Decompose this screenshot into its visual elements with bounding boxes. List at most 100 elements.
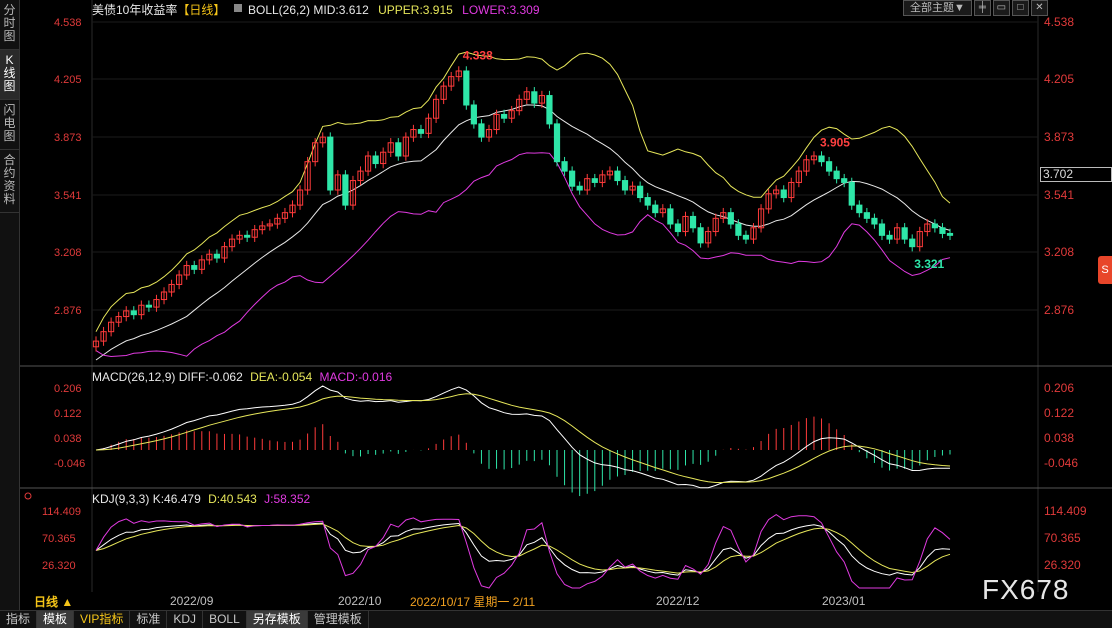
candle-body [841,178,848,183]
left-tab-label: K线图 [3,53,16,93]
candle-body [244,234,251,238]
bottom-tab-3[interactable]: 标准 [130,611,168,628]
candle-body [697,227,704,244]
candle-body [689,215,697,229]
left-tab-strip: 分时图 K线图闪电图合约资料 [0,0,20,610]
macd-tick-right: 0.038 [1044,431,1074,445]
candle-body [576,185,583,191]
candle-body [417,129,425,134]
candle-body [591,178,598,183]
price-tick-right: 3.208 [1044,245,1074,259]
candle-body [856,204,863,214]
minimize-icon[interactable]: ▭ [992,0,1010,16]
candle-body [145,304,153,308]
candle-body [191,265,198,270]
date-label: 2023/01 [822,594,866,608]
candle-body [939,227,946,234]
boll-legend: BOLL(26,2) MID:3.612 UPPER:3.915 LOWER:3… [248,3,540,17]
candle-body [674,223,682,233]
kdj-tick-right: 26.320 [1044,558,1081,572]
candle-body [478,123,485,138]
candle-body [946,232,954,236]
candle-body [652,204,659,214]
macd-tick-left: 0.038 [54,433,82,445]
price-tick-right: 2.876 [1044,303,1074,317]
left-tab-1[interactable]: K线图 [0,50,19,100]
bottom-tab-0[interactable]: 指标 [0,611,38,628]
candle-body [886,234,893,240]
price-tick-right: 4.538 [1044,15,1074,29]
kdj-legend: KDJ(9,3,3) K:46.479 D:40.543 J:58.352 [92,492,311,506]
period-selector[interactable]: 日线 ▲ [34,593,73,610]
candle-body [871,217,878,225]
bottom-tab-5[interactable]: BOLL [203,611,247,628]
crosshair-date: 2022/10/17 星期一 2/11 [410,595,536,609]
candle-body [213,253,221,259]
candle-body [637,185,644,199]
macd-legend: MACD(26,12,9) DIFF:-0.062 DEA:-0.054 MAC… [92,370,393,384]
candle-body [546,95,553,125]
close-icon[interactable]: ✕ [1030,0,1048,16]
bottom-tab-4[interactable]: KDJ [167,611,204,628]
window-icon[interactable]: □ [1011,0,1029,16]
candle-body [501,113,508,119]
price-tick-left: 2.876 [54,305,82,317]
candle-body [130,310,137,316]
watermark: FX678 [982,574,1070,605]
date-label: 2022/10 [338,594,382,608]
bottom-tab-1[interactable]: 模板 [37,611,75,628]
candle-body [735,223,742,236]
candle-body [569,170,576,187]
theme-dropdown[interactable]: 全部主题▼ [903,0,972,16]
high-annotation: 4.338 [463,48,493,62]
price-tick-left: 3.541 [54,190,82,202]
bottom-tab-7[interactable]: 管理模板 [308,611,369,628]
date-label: 2022/09 [170,594,214,608]
header-title: 美债10年收益率【日线】 [92,2,225,17]
left-tab-2[interactable]: 闪电图 [0,100,19,150]
candle-body [825,161,833,172]
candle-body [327,136,334,191]
legend-toggle-icon[interactable] [234,4,242,12]
candle-body [463,70,470,106]
bottom-toolbar: 指标 模板 VIP指标 标准 KDJ BOLL 另存模板 管理模板 [0,610,1112,628]
candle-body [553,123,561,163]
price-tick-right: 4.205 [1044,72,1074,86]
crosshair-icon[interactable]: ╪ [973,0,991,16]
candle-body [342,174,349,206]
date-axis: 日线 ▲ 2022/09 2022/10 2022/10/17 星期一 2/11… [20,592,1040,610]
candle-body [561,161,568,172]
candle-body [395,142,402,157]
candle-body [372,155,379,165]
macd-tick-right: -0.046 [1044,456,1078,470]
price-tick-right: 3.873 [1044,130,1074,144]
candle-body [780,189,787,199]
candle-body [848,181,855,206]
candle-body [621,180,629,191]
chart-canvas[interactable]: 4.538 4.538 4.205 4.205 3.873 3.873 3.541 3.541… [20,0,1112,592]
left-tab-label: 合约资料 [3,153,16,206]
candle-body [667,208,674,225]
brand-logo-icon[interactable]: S [1098,256,1112,284]
candle-body [614,170,621,182]
bottom-tab-6[interactable]: 另存模板 [246,611,308,628]
macd-tick-right: 0.122 [1044,406,1074,420]
candle-body [931,223,938,229]
candle-body [909,238,916,248]
macd-tick-left: 0.206 [54,383,82,395]
kdj-tick-left: 26.320 [42,560,76,572]
top-toolbar: 全部主题▼ ╪ ▭ □ ✕ [903,0,1048,16]
candle-body [742,234,750,240]
macd-tick-left: 0.122 [54,408,82,420]
left-tab-label: 分时图 [3,3,16,43]
kdj-tick-left: 70.365 [42,533,76,545]
kdj-tick-right: 70.365 [1044,531,1081,545]
candle-body [727,212,734,225]
macd-tick-right: 0.206 [1044,381,1074,395]
date-label: 2022/12 [656,594,700,608]
candle-body [878,223,886,236]
macd-tick-left: -0.046 [54,458,85,470]
left-tab-0[interactable]: 分时图 [0,0,19,50]
bottom-tab-2[interactable]: VIP指标 [74,611,131,628]
left-tab-3[interactable]: 合约资料 [0,150,19,213]
